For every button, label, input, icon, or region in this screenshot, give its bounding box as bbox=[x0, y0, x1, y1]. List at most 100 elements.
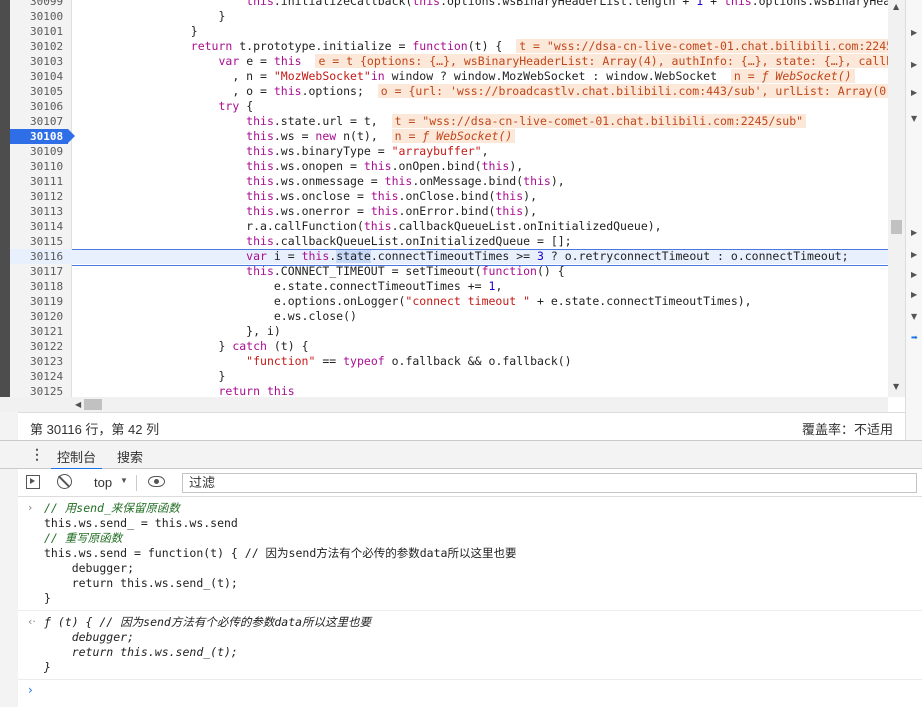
line-number[interactable]: 30114 bbox=[10, 219, 72, 234]
line-number[interactable]: 30103 bbox=[10, 54, 72, 69]
console-input-message: › // 用send_来保留原函数 this.ws.send_ = this.w… bbox=[18, 497, 922, 611]
line-number[interactable]: 30124 bbox=[10, 369, 72, 384]
console-result-message[interactable]: ‹· ƒ (t) { // 因为send方法有个必传的参数data所以这里也要 … bbox=[18, 611, 922, 680]
line-number[interactable]: 30115 bbox=[10, 234, 72, 249]
input-chevron-icon: › bbox=[28, 501, 33, 514]
sidebar-toggle-icon[interactable] bbox=[26, 475, 40, 489]
code-text: }, i) bbox=[80, 324, 281, 338]
code-comment: // 重写原函数 bbox=[44, 531, 123, 545]
console-toolbar: top ▼ 过滤 bbox=[18, 469, 922, 497]
collapse-arrow-icon[interactable]: ▼ bbox=[911, 114, 917, 123]
code-line: 30124 } bbox=[10, 369, 888, 384]
line-number[interactable]: 30116 bbox=[10, 249, 72, 264]
code-text: var e = this e = t {options: {…}, wsBina… bbox=[80, 54, 905, 69]
result-line: ƒ (t) { // 因为send方法有个必传的参数data所以这里也要 bbox=[44, 615, 372, 629]
console-left-strip bbox=[0, 469, 18, 707]
code-text: try { bbox=[218, 99, 254, 113]
clear-console-icon[interactable] bbox=[57, 474, 72, 489]
tab-search[interactable]: 搜索 bbox=[117, 447, 143, 466]
code-line: 30118 e.state.connectTimeoutTimes += 1, bbox=[10, 279, 888, 294]
line-number[interactable]: 30110 bbox=[10, 159, 72, 174]
line-number[interactable]: 30119 bbox=[10, 294, 72, 309]
expand-arrow-icon[interactable]: ▶ bbox=[911, 60, 917, 69]
code-line: 30107 this.state.url = t, t = "wss://dsa… bbox=[10, 114, 888, 129]
editor-vertical-scrollbar[interactable]: ▲ ▼ bbox=[888, 0, 905, 397]
code-text: this.state.url = t, t = "wss://dsa-cn-li… bbox=[80, 114, 807, 129]
expand-arrow-icon[interactable]: ▶ bbox=[911, 228, 917, 237]
tab-console[interactable]: 控制台 bbox=[50, 447, 103, 470]
line-number[interactable]: 30109 bbox=[10, 144, 72, 159]
debugger-sidebar-pane[interactable]: ▶ ▶ ▶ ▼ ▶ ▶ ▶ ▶ ▼ ➡ bbox=[905, 0, 922, 440]
line-number[interactable]: 30102 bbox=[10, 39, 72, 54]
console-messages[interactable]: › // 用send_来保留原函数 this.ws.send_ = this.w… bbox=[18, 497, 922, 707]
code-line: 30121 }, i) bbox=[10, 324, 888, 339]
code-text: , n = "MozWebSocket"in window ? window.M… bbox=[80, 69, 855, 84]
context-selector[interactable]: top bbox=[94, 475, 112, 490]
console-prompt[interactable]: › bbox=[18, 680, 922, 702]
expand-arrow-icon[interactable]: ▶ bbox=[911, 290, 917, 299]
code-line: 30122 } catch (t) { bbox=[10, 339, 888, 354]
result-line: debugger; bbox=[44, 630, 135, 644]
line-number[interactable]: 30107 bbox=[10, 114, 72, 129]
code-text: e.ws.close() bbox=[80, 309, 357, 323]
line-number[interactable]: 30117 bbox=[10, 264, 72, 279]
chevron-down-icon[interactable]: ▼ bbox=[120, 476, 128, 485]
code-text: this.ws.onopen = this.onOpen.bind(this), bbox=[246, 159, 524, 173]
line-number[interactable]: 30100 bbox=[10, 9, 72, 24]
scroll-up-arrow-icon[interactable]: ▲ bbox=[893, 2, 899, 11]
line-number[interactable]: 30120 bbox=[10, 309, 72, 324]
status-left-strip bbox=[0, 412, 18, 440]
editor-horizontal-scrollbar[interactable]: ◀ bbox=[72, 397, 888, 412]
code-line: 30102 return t.prototype.initialize = fu… bbox=[10, 39, 905, 54]
code-line: 30116 var i = this.state.connectTimeoutT… bbox=[10, 249, 888, 266]
editor-horizontal-scroll-thumb[interactable] bbox=[84, 399, 102, 410]
collapse-arrow-icon[interactable]: ▼ bbox=[911, 312, 917, 321]
source-editor[interactable]: 30099 this.initializeCallback(this.optio… bbox=[0, 0, 905, 412]
code-line: 30101 } bbox=[10, 24, 888, 39]
line-number[interactable]: 30104 bbox=[10, 69, 72, 84]
code-comment: // 用send_来保留原函数 bbox=[44, 501, 180, 515]
expand-arrow-icon[interactable]: ▶ bbox=[911, 250, 917, 259]
expand-arrow-icon[interactable]: ▶ bbox=[911, 88, 917, 97]
result-line: } bbox=[44, 660, 51, 674]
line-number[interactable]: 30118 bbox=[10, 279, 72, 294]
line-number[interactable]: 30113 bbox=[10, 204, 72, 219]
line-number[interactable]: 30099 bbox=[10, 0, 72, 9]
code-line: 30113 this.ws.onerror = this.onError.bin… bbox=[10, 204, 888, 219]
result-line: return this.ws.send_(t); bbox=[44, 645, 238, 659]
code-text: this.ws.binaryType = "arraybuffer", bbox=[246, 144, 489, 158]
line-number[interactable]: 30123 bbox=[10, 354, 72, 369]
code-text: this.initializeCallback(this.options.wsB… bbox=[246, 0, 905, 8]
scroll-down-arrow-icon[interactable]: ▼ bbox=[893, 382, 899, 391]
line-number[interactable]: 30105 bbox=[10, 84, 72, 99]
code-line: 30109 this.ws.binaryType = "arraybuffer"… bbox=[10, 144, 888, 159]
kebab-menu-icon[interactable]: ⋮ bbox=[30, 446, 44, 463]
code-text: } bbox=[80, 9, 226, 23]
code-line: 30110 this.ws.onopen = this.onOpen.bind(… bbox=[10, 159, 888, 174]
code-text: this.CONNECT_TIMEOUT = setTimeout(functi… bbox=[246, 264, 565, 278]
eye-icon[interactable] bbox=[148, 476, 165, 487]
code-line: 30119 e.options.onLogger("connect timeou… bbox=[10, 294, 888, 309]
expand-arrow-icon[interactable]: ▶ bbox=[911, 28, 917, 37]
filter-input[interactable]: 过滤 bbox=[182, 473, 917, 493]
expand-arrow-icon[interactable]: ▶ bbox=[911, 270, 917, 279]
editor-status-bar: 第 30116 行，第 42 列 覆盖率：不适用 bbox=[18, 412, 905, 440]
code-line: 30111 this.ws.onmessage = this.onMessage… bbox=[10, 174, 888, 189]
line-number[interactable]: 30111 bbox=[10, 174, 72, 189]
line-number[interactable]: 30112 bbox=[10, 189, 72, 204]
result-arrow-icon: ‹· bbox=[28, 615, 36, 628]
code-line: 30100 } bbox=[10, 9, 888, 24]
code-text: , o = this.options; o = {url: 'wss://bro… bbox=[80, 84, 905, 99]
code-text: this.ws.onclose = this.onClose.bind(this… bbox=[246, 189, 538, 203]
line-number[interactable]: 30121 bbox=[10, 324, 72, 339]
coverage-status[interactable]: 覆盖率：不适用 bbox=[802, 419, 893, 438]
code-text: this.ws.onerror = this.onError.bind(this… bbox=[246, 204, 538, 218]
breakpoint-line-number[interactable]: 30108 bbox=[10, 129, 75, 144]
code-text: this.ws.onmessage = this.onMessage.bind(… bbox=[246, 174, 565, 188]
scroll-left-arrow-icon[interactable]: ◀ bbox=[75, 400, 81, 409]
line-number[interactable]: 30122 bbox=[10, 339, 72, 354]
line-number[interactable]: 30106 bbox=[10, 99, 72, 114]
line-number[interactable]: 30101 bbox=[10, 24, 72, 39]
code-text: this.callbackQueueList.onInitializedQueu… bbox=[246, 234, 572, 248]
editor-vertical-scroll-thumb[interactable] bbox=[891, 220, 902, 234]
